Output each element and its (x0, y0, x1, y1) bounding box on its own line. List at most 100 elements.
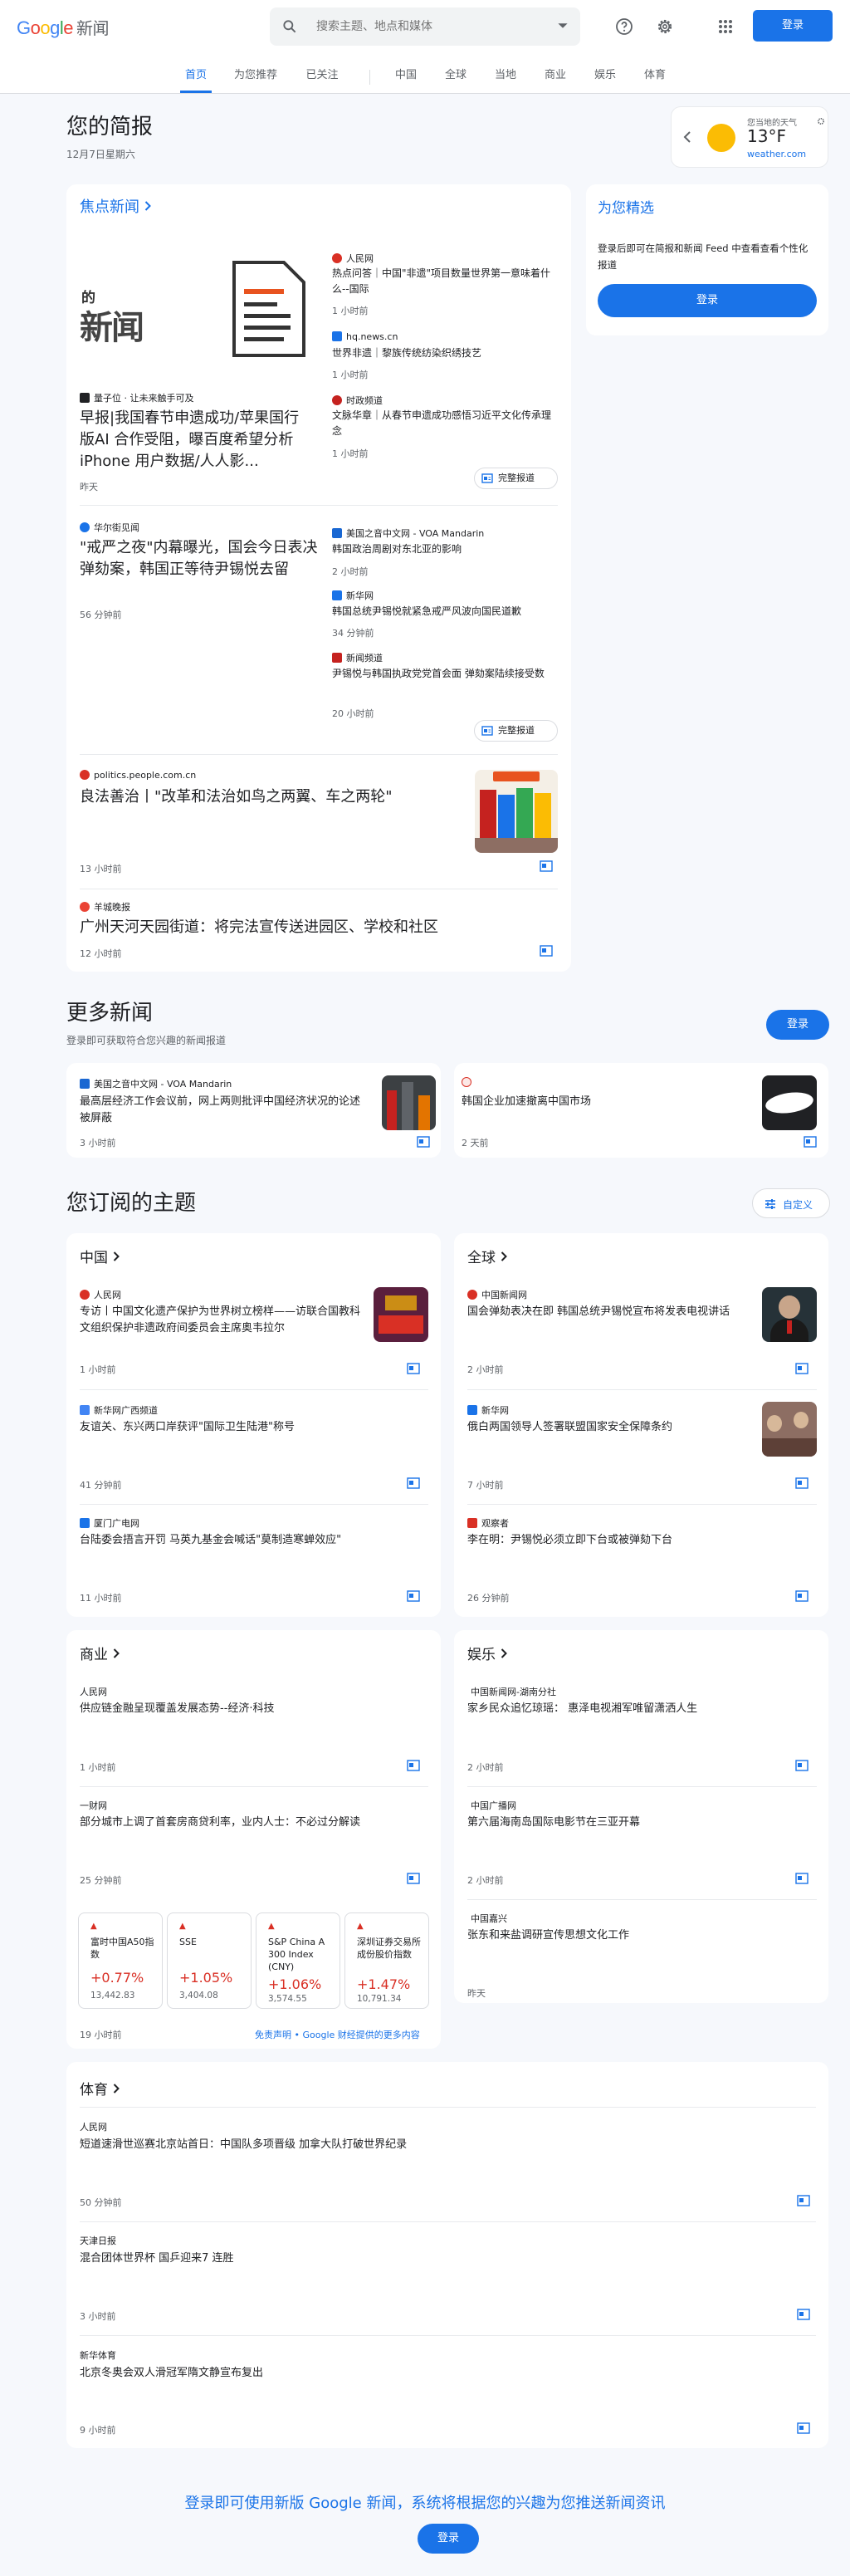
full-coverage-button[interactable]: 完整报道 (474, 720, 558, 742)
story-title[interactable]: 良法善治丨"改革和法治如鸟之两翼、车之两轮" (80, 786, 462, 808)
tab-home[interactable]: 首页 (180, 66, 212, 93)
story-title[interactable]: 国会弹劾表决在即 韩国总统尹锡悦宣布将发表电视讲话 (467, 1304, 741, 1320)
story-title[interactable]: 热点问答｜中国"非遗"项目数量世界第一意味着什么--国际 (332, 266, 558, 297)
stock-card-szse-component[interactable]: ▲ 深圳证券交易所成份股价指数 +1.47% 10,791.34 (344, 1912, 429, 2009)
full-coverage-icon[interactable] (797, 2195, 810, 2206)
story-title[interactable]: 李在明：尹锡悦必须立即下台或被弹劾下台 (467, 1532, 799, 1548)
story-title[interactable]: 家乡民众追忆琼瑶： 惠泽电视湘军唯留潇洒人生 (467, 1701, 808, 1717)
full-coverage-icon[interactable] (795, 1873, 808, 1884)
story-title[interactable]: 第六届海南岛国际电影节在三亚开幕 (467, 1814, 799, 1830)
story-title[interactable]: 部分城市上调了首套房商贷利率，业内人士：不必过分解读 (80, 1814, 428, 1830)
search-icon[interactable] (281, 18, 298, 35)
full-coverage-icon[interactable] (407, 1363, 420, 1374)
entertainment-heading[interactable]: 娱乐 (467, 1643, 507, 1663)
google-news-logo[interactable]: Google 新闻 (17, 15, 110, 39)
footer-sign-in-button[interactable]: 登录 (418, 2524, 479, 2554)
story-thumbnail-stage[interactable] (374, 1287, 428, 1342)
story-title[interactable]: 广州天河天园街道：将完法宣传送进园区、学校和社区 (80, 917, 545, 938)
full-coverage-icon[interactable] (797, 2422, 810, 2434)
story-thumbnail-samsung-logo[interactable] (762, 1075, 817, 1130)
story-title[interactable]: 早报|我国春节申遗成功/苹果国行版AI 合作受阻，曝百度希望分析iPhone 用… (80, 408, 312, 473)
story-title[interactable]: 最高层经济工作会议前，网上两则批评中国经济状况的论述被屏蔽 (80, 1094, 362, 1127)
story-thumbnail-books[interactable] (475, 770, 558, 853)
full-coverage-icon[interactable] (407, 1590, 420, 1602)
full-coverage-icon[interactable] (795, 1760, 808, 1771)
chevron-left-icon[interactable] (683, 131, 691, 143)
full-coverage-icon[interactable] (407, 1873, 420, 1884)
apps-grid-icon[interactable] (716, 17, 735, 37)
story-title[interactable]: 文脉华章｜从春节申遗成功感悟习近平文化传承理念 (332, 408, 558, 439)
help-icon[interactable] (614, 17, 634, 37)
finance-disclaimer-link[interactable]: 免责声明 • Google 财经提供的更多内容 (255, 2028, 420, 2041)
tab-local[interactable]: 当地 (488, 66, 523, 93)
full-coverage-icon[interactable] (540, 945, 553, 957)
full-coverage-icon[interactable] (540, 860, 553, 872)
full-coverage-icon[interactable] (795, 1590, 808, 1602)
sports-heading[interactable]: 体育 (80, 2078, 120, 2099)
newspaper-document-icon (232, 261, 305, 357)
story-title[interactable]: 俄白两国领导人签署联盟国家安全保障条约 (467, 1419, 750, 1435)
weather-source-link[interactable]: weather.com (747, 149, 806, 159)
china-heading[interactable]: 中国 (80, 1246, 120, 1266)
story-title[interactable]: 韩国企业加速撤离中国市场 (462, 1094, 744, 1110)
tab-entertainment[interactable]: 娱乐 (588, 66, 623, 93)
story-title[interactable]: 短道速滑世巡赛北京站首日：中国队多项晋级 加拿大队打破世界纪录 (80, 2137, 794, 2152)
story-thumbnail-city[interactable] (382, 1075, 436, 1130)
business-heading[interactable]: 商业 (80, 1643, 120, 1663)
story-title[interactable]: 专访丨中国文化遗产保护为世界树立榜样——访联合国教科文组织保护非遗政府间委员会主… (80, 1304, 362, 1336)
story-title[interactable]: 混合团体世界杯 国乒迎来7 连胜 (80, 2250, 794, 2266)
tab-china[interactable]: 中国 (388, 66, 423, 93)
sign-in-button[interactable]: 登录 (753, 10, 833, 42)
stock-value: 3,574.55 (268, 1994, 307, 2004)
story-time: 2 小时前 (467, 1875, 504, 1886)
source-logo-icon (462, 1077, 471, 1087)
full-coverage-icon[interactable] (797, 2309, 810, 2320)
stock-card-sp-china-a300[interactable]: ▲ S&P China A 300 Index (CNY) +1.06% 3,5… (256, 1912, 340, 2009)
full-coverage-icon[interactable] (795, 1363, 808, 1374)
story-title[interactable]: 友谊关、东兴两口岸获评"国际卫生陆港"称号 (80, 1419, 412, 1435)
story-source: 人民网 (332, 252, 374, 265)
tab-for-you[interactable]: 为您推荐 (229, 66, 282, 93)
search-options-dropdown-icon[interactable] (557, 20, 569, 32)
weather-card[interactable]: 您当地的天气 13°F weather.com (671, 106, 828, 168)
divider (467, 1504, 817, 1505)
story-source: 中国广播网 (471, 1800, 516, 1811)
story-time: 1 小时前 (332, 448, 369, 459)
story-title[interactable]: 台陆委会捂言开罚 马英九基金会喊话"莫制造寒蝉效应" (80, 1532, 412, 1548)
story-title[interactable]: 韩国政治周剧对东北亚的影响 (332, 541, 558, 557)
story-title[interactable]: 尹锡悦与韩国执政党党首会面 弹劾案陆续接受数 (332, 666, 558, 682)
story-thumbnail-portrait[interactable] (762, 1287, 817, 1342)
full-coverage-icon[interactable] (417, 1136, 430, 1148)
tab-following[interactable]: 已关注 (300, 66, 344, 93)
tab-world[interactable]: 全球 (438, 66, 473, 93)
full-coverage-icon[interactable] (795, 1477, 808, 1489)
story-source: 新华网 (467, 1403, 509, 1417)
stock-card-sse[interactable]: ▲ SSE +1.05% 3,404.08 (167, 1912, 252, 2009)
search-box[interactable] (270, 7, 580, 46)
story-image-news-icon[interactable]: 的 新闻 (80, 244, 314, 375)
search-input[interactable] (316, 17, 540, 37)
settings-gear-icon[interactable] (655, 17, 675, 37)
story-title[interactable]: 韩国总统尹锡悦就紧急戒严风波向国民道歉 (332, 604, 558, 620)
story-title[interactable]: 北京冬奥会双人滑冠军隋文静宣布复出 (80, 2365, 794, 2381)
story-title[interactable]: 张东和来盐调研宣传思想文化工作 (467, 1927, 799, 1943)
customize-button[interactable]: 自定义 (752, 1188, 830, 1218)
picks-sign-in-button[interactable]: 登录 (598, 284, 817, 317)
more-news-sign-in-button[interactable]: 登录 (766, 1010, 829, 1040)
tab-sports[interactable]: 体育 (638, 66, 672, 93)
divider (467, 1389, 817, 1390)
weather-settings-icon[interactable] (817, 117, 825, 125)
full-coverage-icon[interactable] (407, 1477, 420, 1489)
top-stories-heading[interactable]: 焦点新闻 (80, 195, 151, 217)
full-coverage-button[interactable]: 完整报道 (474, 468, 558, 489)
story-title[interactable]: 世界非遗｜黎族传统纺染织绣技艺 (332, 345, 558, 361)
story-thumbnail-meeting[interactable] (762, 1402, 817, 1457)
tab-business[interactable]: 商业 (538, 66, 573, 93)
story-source: 美国之音中文网 - VOA Mandarin (332, 526, 484, 540)
story-title[interactable]: "戒严之夜"内幕曝光，国会今日表决弹劾案，韩国正等待尹锡悦去留 (80, 537, 320, 580)
stock-card-ftse-a50[interactable]: ▲ 富时中国A50指数 +0.77% 13,442.83 (78, 1912, 163, 2009)
full-coverage-icon[interactable] (804, 1136, 817, 1148)
world-heading[interactable]: 全球 (467, 1246, 507, 1266)
story-title[interactable]: 供应链金融呈现覆盖发展态势--经济·科技 (80, 1701, 412, 1717)
full-coverage-icon[interactable] (407, 1760, 420, 1771)
